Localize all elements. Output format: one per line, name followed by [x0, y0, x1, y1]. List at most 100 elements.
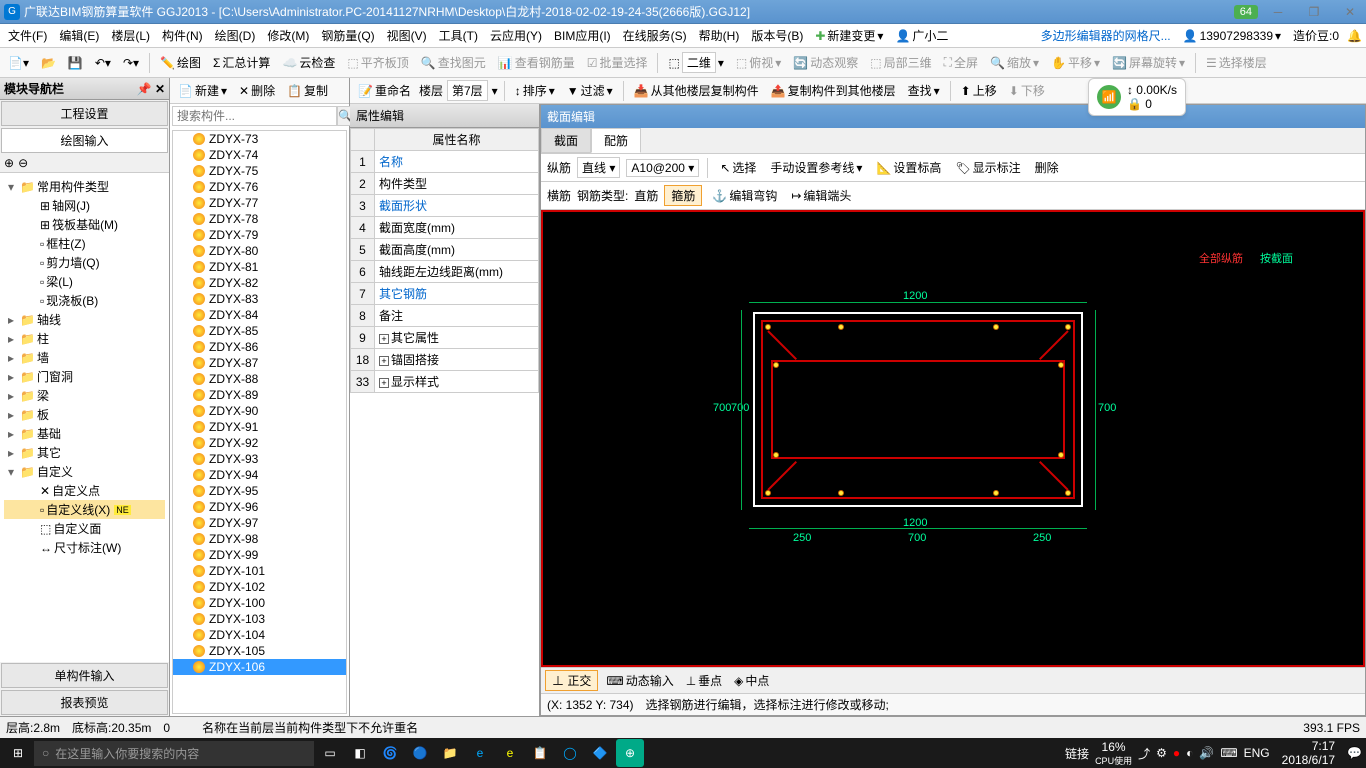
floor-combo[interactable]: 第7层 [447, 80, 488, 101]
tree-item[interactable]: ▫ 梁(L) [4, 272, 165, 291]
component-item[interactable]: ZDYX-90 [173, 403, 346, 419]
component-item[interactable]: ZDYX-97 [173, 515, 346, 531]
component-item[interactable]: ZDYX-85 [173, 323, 346, 339]
tray-icon[interactable]: ◐ [1186, 746, 1193, 760]
tree-cat[interactable]: ▸📁门窗洞 [4, 367, 165, 386]
component-item[interactable]: ZDYX-99 [173, 547, 346, 563]
property-row[interactable]: 6轴线距左边线距离(mm) [351, 261, 539, 283]
component-item[interactable]: ZDYX-77 [173, 195, 346, 211]
new-change-button[interactable]: ✚新建变更 ▾ [811, 25, 887, 46]
component-item[interactable]: ZDYX-104 [173, 627, 346, 643]
pan-button[interactable]: ✋平移▾ [1047, 52, 1104, 73]
view-2d-combo[interactable]: ⬚ 二维▾ [664, 50, 727, 75]
batch-button[interactable]: ☑ 批量选择 [583, 52, 652, 73]
find-button[interactable]: 🔍查找图元 [417, 52, 490, 73]
user-button[interactable]: 👤广小二 [891, 25, 952, 46]
property-row[interactable]: 5截面高度(mm) [351, 239, 539, 261]
menu-component[interactable]: 构件(N) [158, 25, 207, 46]
component-item[interactable]: ZDYX-105 [173, 643, 346, 659]
tree-cat[interactable]: ▸📁轴线 [4, 310, 165, 329]
copy-to-button[interactable]: 📤复制构件到其他楼层 [767, 80, 900, 101]
component-item[interactable]: ZDYX-80 [173, 243, 346, 259]
component-item[interactable]: ZDYX-100 [173, 595, 346, 611]
menu-draw[interactable]: 绘图(D) [211, 25, 260, 46]
tree-item[interactable]: ⊞ 筏板基础(M) [4, 215, 165, 234]
filter-button[interactable]: ▼过滤▾ [563, 80, 617, 101]
draw-button[interactable]: ✏️绘图 [156, 52, 205, 73]
rotate-button[interactable]: 🔄屏幕旋转▾ [1108, 52, 1189, 73]
local-3d-button[interactable]: ⬚ 局部三维 [866, 52, 935, 73]
component-item[interactable]: ZDYX-102 [173, 579, 346, 595]
cloud-check-button[interactable]: ☁️云检查 [278, 52, 339, 73]
notification-center-icon[interactable]: 💬 [1347, 746, 1362, 760]
component-item[interactable]: ZDYX-82 [173, 275, 346, 291]
tree-item[interactable]: ⊞ 轴网(J) [4, 196, 165, 215]
move-up-button[interactable]: ⬆上移 [957, 80, 1001, 101]
tree-item[interactable]: ▫ 剪力墙(Q) [4, 253, 165, 272]
engineering-section[interactable]: 工程设置 [1, 101, 168, 126]
taskbar-search[interactable]: ○ 在这里输入你要搜索的内容 [34, 741, 314, 766]
property-row[interactable]: 2构件类型 [351, 173, 539, 195]
tree-item[interactable]: ✕ 自定义点 [4, 481, 165, 500]
manual-ref-button[interactable]: 手动设置参考线 ▾ [766, 157, 866, 178]
notification-icon[interactable]: 🔔 [1347, 29, 1362, 43]
edge-icon[interactable]: e [466, 739, 494, 767]
menu-view[interactable]: 视图(V) [383, 25, 431, 46]
copy-comp-button[interactable]: 📋复制 [283, 80, 332, 101]
tree-cat[interactable]: ▸📁梁 [4, 386, 165, 405]
tree-item[interactable]: ▫ 框柱(Z) [4, 234, 165, 253]
save-icon[interactable]: 💾 [64, 54, 87, 72]
help-link[interactable]: 多边形编辑器的网格尺... [1041, 27, 1171, 44]
report-section[interactable]: 报表预览 [1, 690, 168, 715]
component-item[interactable]: ZDYX-96 [173, 499, 346, 515]
maximize-button[interactable]: ❐ [1302, 5, 1326, 19]
remove-icon[interactable]: ⊖ [18, 156, 28, 170]
component-item[interactable]: ZDYX-83 [173, 291, 346, 307]
tree-common[interactable]: ▾📁常用构件类型 [4, 177, 165, 196]
property-row[interactable]: 4截面宽度(mm) [351, 217, 539, 239]
app-icon-4[interactable]: 📁 [436, 739, 464, 767]
component-item[interactable]: ZDYX-95 [173, 483, 346, 499]
menu-modify[interactable]: 修改(M) [263, 25, 313, 46]
component-item[interactable]: ZDYX-88 [173, 371, 346, 387]
property-row[interactable]: 9+其它属性 [351, 327, 539, 349]
component-item[interactable]: ZDYX-89 [173, 387, 346, 403]
view-rebar-button[interactable]: 📊查看钢筋量 [494, 52, 579, 73]
component-item[interactable]: ZDYX-103 [173, 611, 346, 627]
property-row[interactable]: 33+显示样式 [351, 371, 539, 393]
component-item[interactable]: ZDYX-94 [173, 467, 346, 483]
component-item[interactable]: ZDYX-87 [173, 355, 346, 371]
single-input-section[interactable]: 单构件输入 [1, 663, 168, 688]
drawing-input-section[interactable]: 绘图输入 [1, 128, 168, 153]
tray-icon[interactable]: ⚙ [1156, 746, 1167, 760]
component-item[interactable]: ZDYX-91 [173, 419, 346, 435]
move-down-button[interactable]: ⬇下移 [1005, 80, 1049, 101]
tree-item[interactable]: ▫ 现浇板(B) [4, 291, 165, 310]
flat-button[interactable]: ⬚ 平齐板顶 [343, 52, 412, 73]
tree-item-selected[interactable]: ▫ 自定义线(X)NE [4, 500, 165, 519]
property-table[interactable]: 属性名称 1名称2构件类型3截面形状4截面宽度(mm)5截面高度(mm)6轴线距… [350, 128, 539, 393]
close-panel-icon[interactable]: ✕ [155, 82, 165, 96]
menu-edit[interactable]: 编辑(E) [55, 25, 103, 46]
perp-button[interactable]: ⊥ 垂点 [682, 670, 726, 691]
open-icon[interactable]: 📂 [37, 54, 60, 72]
redo-icon[interactable]: ↷▾ [119, 54, 143, 72]
menu-online[interactable]: 在线服务(S) [619, 25, 691, 46]
app-icon-3[interactable]: 🔵 [406, 739, 434, 767]
tree-custom[interactable]: ▾📁自定义 [4, 462, 165, 481]
start-button[interactable]: ⊞ [4, 739, 32, 767]
component-item[interactable]: ZDYX-106 [173, 659, 346, 675]
task-view-icon[interactable]: ▭ [316, 739, 344, 767]
ie-icon[interactable]: e [496, 739, 524, 767]
component-item[interactable]: ZDYX-98 [173, 531, 346, 547]
app-icon-1[interactable]: ◧ [346, 739, 374, 767]
menu-help[interactable]: 帮助(H) [695, 25, 744, 46]
component-item[interactable]: ZDYX-81 [173, 259, 346, 275]
component-item[interactable]: ZDYX-92 [173, 435, 346, 451]
del-comp-button[interactable]: ✕删除 [235, 80, 279, 101]
bird-view-button[interactable]: ⬚ 俯视▾ [732, 52, 785, 73]
close-button[interactable]: ✕ [1338, 5, 1362, 19]
component-item[interactable]: ZDYX-78 [173, 211, 346, 227]
tab-rebar[interactable]: 配筋 [591, 128, 641, 153]
tray-icon[interactable]: 🔊 [1199, 746, 1214, 760]
